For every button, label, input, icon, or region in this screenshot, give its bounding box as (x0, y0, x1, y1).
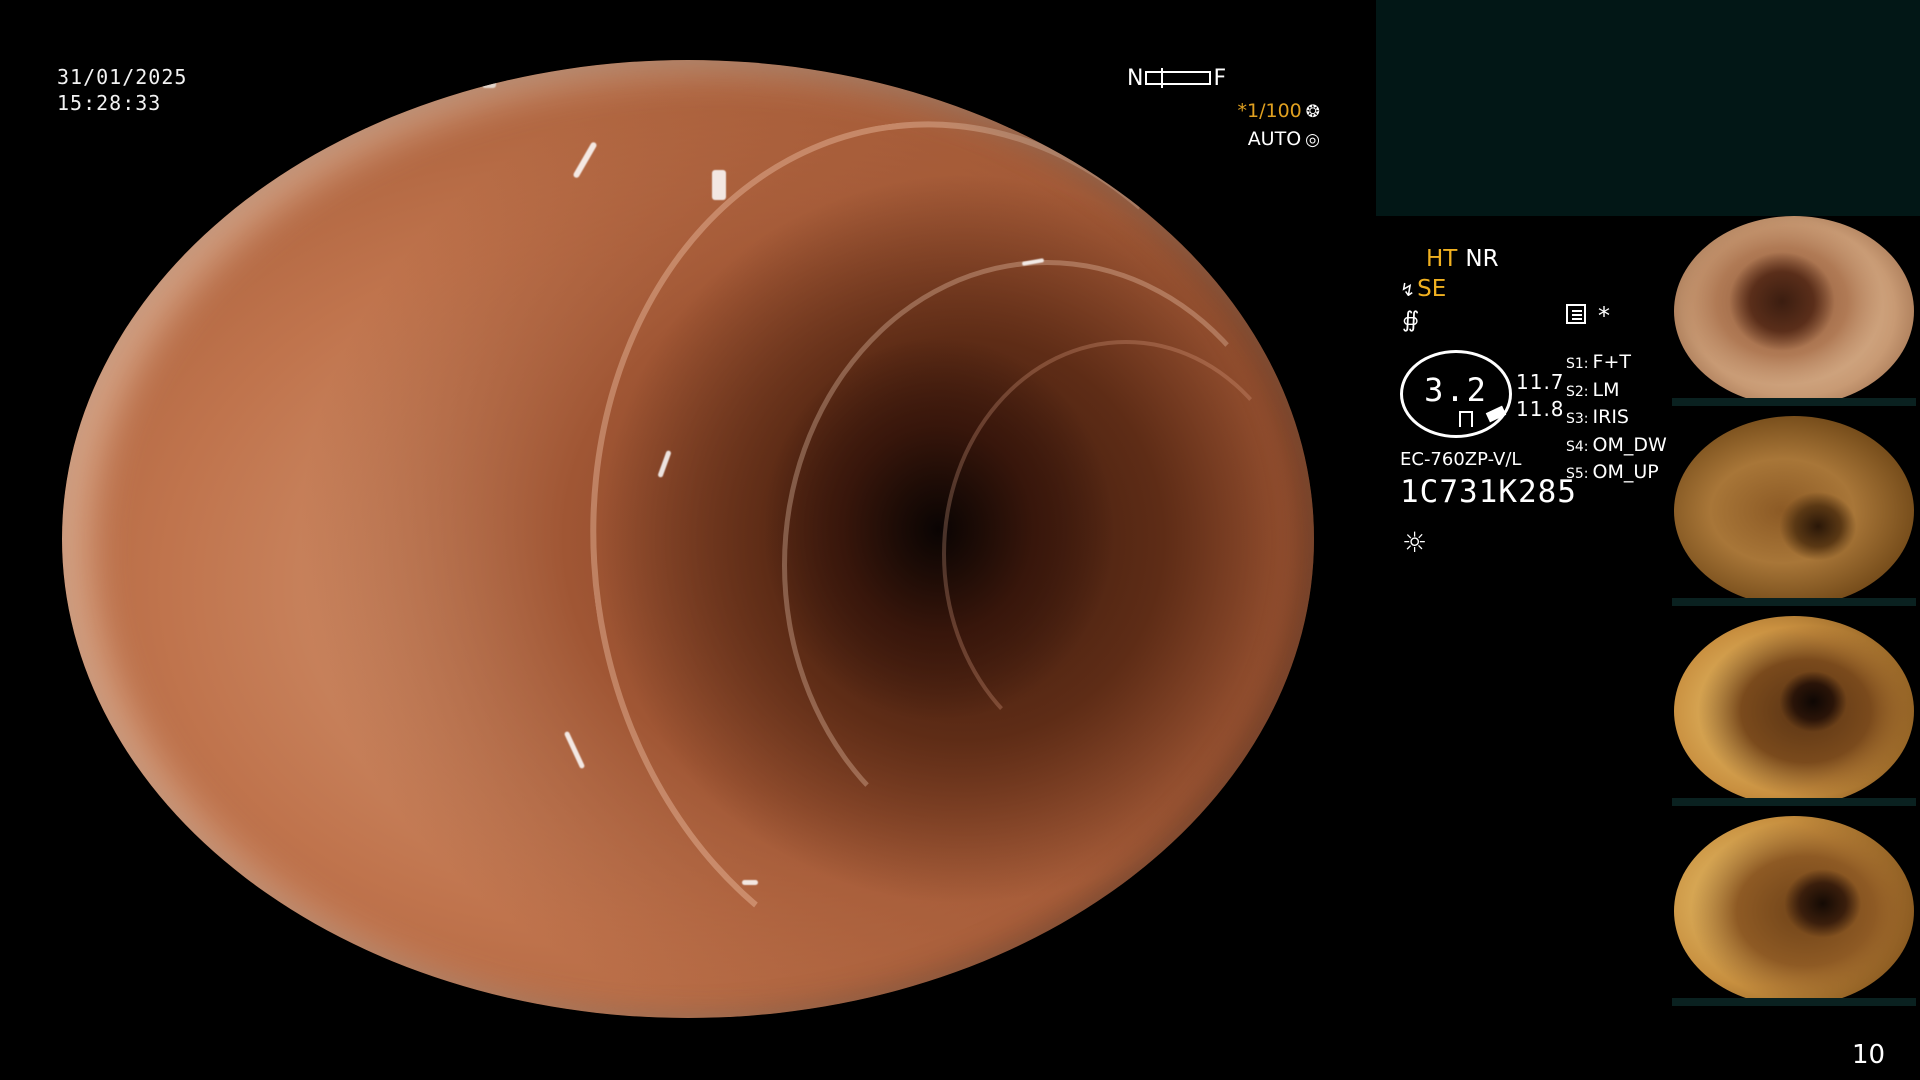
iris-mode: AUTO ◎ (1248, 128, 1320, 150)
iris-icon: ◎ (1305, 130, 1320, 150)
light-source-icon: ☼ (1402, 526, 1428, 559)
iris-mode-text: AUTO (1247, 128, 1302, 150)
thumbnail-image (1674, 616, 1914, 806)
time-text: 15:28:33 (57, 91, 162, 115)
se-indicator: SE (1417, 276, 1447, 302)
switch-assignments: S1: F+T S2: LM S3: IRIS S4: OM_DW S5: OM_UP (1566, 350, 1667, 488)
captured-thumbnail[interactable] (1672, 816, 1916, 1006)
switch-value: OM_UP (1592, 461, 1659, 483)
switch-key: S3: (1566, 411, 1589, 427)
gauge-value: 3.2 (1424, 371, 1488, 409)
thumbnail-caption-bar (1672, 598, 1916, 606)
switch-row: S1: F+T (1566, 350, 1667, 378)
patient-info-area (1376, 0, 1920, 216)
switch-row: S3: IRIS (1566, 405, 1667, 433)
scope-serial: 1C731K285 (1400, 474, 1577, 510)
switch-value: IRIS (1592, 406, 1629, 428)
page-number: 10 (1852, 1040, 1886, 1070)
switch-value: OM_DW (1592, 433, 1667, 456)
thumbnail-image (1674, 816, 1914, 1006)
thumbnail-caption-bar (1672, 398, 1916, 406)
ht-indicator: HT (1426, 246, 1458, 272)
processor-info-panel: HT NR ↯SE ∯ 3.2 11.7 11.8 EC-760ZP-V/L 1C… (1376, 216, 1672, 1080)
asterisk-indicator: * (1598, 302, 1610, 330)
endoscopy-screen: 31/01/2025 15:28:33 N F *1/100 ❂ AUTO ◎ HT… (0, 0, 1920, 1080)
memo-icon (1566, 304, 1586, 324)
date-text: 31/01/2025 (57, 65, 188, 89)
thumbnail-caption-bar (1672, 798, 1916, 806)
focus-pointer (1161, 68, 1164, 88)
thumbnail-caption-bar (1672, 998, 1916, 1006)
captured-image-strip (1672, 216, 1920, 1016)
switch-key: S4: (1566, 438, 1589, 455)
datetime-display: 31/01/2025 15:28:33 (57, 64, 187, 116)
switch-row: S2: LM (1566, 378, 1667, 406)
nr-indicator: NR (1465, 246, 1499, 272)
focus-far-label: F (1213, 65, 1227, 91)
switch-value: LM (1592, 378, 1620, 401)
focus-bar (1145, 68, 1212, 88)
switch-key: S2: (1566, 383, 1589, 400)
zoom-gauge: 3.2 (1400, 350, 1512, 438)
thumbnail-image (1674, 416, 1914, 606)
switch-key: S5: (1566, 466, 1589, 482)
focus-indicator: N F (1127, 64, 1226, 92)
switch-row: S4: OM_DW (1566, 433, 1667, 461)
captured-thumbnail[interactable] (1672, 616, 1916, 806)
endoscope-live-view (62, 60, 1314, 1018)
vignette (62, 60, 1314, 1018)
structure-enhance: ↯SE (1400, 276, 1446, 302)
switch-row: S5: OM_UP (1566, 460, 1667, 488)
thumbnail-image (1674, 216, 1914, 406)
gauge-side-value-1: 11.7 (1516, 370, 1565, 394)
gauge-mark-icon (1459, 411, 1473, 427)
switch-key: S1: (1566, 356, 1589, 372)
gauge-side-value-2: 11.8 (1516, 397, 1565, 421)
scope-model: EC-760ZP-V/L (1400, 449, 1522, 470)
focus-near-label: N (1127, 65, 1144, 91)
structure-enhance-icon: ↯ (1400, 280, 1416, 301)
captured-thumbnail[interactable] (1672, 216, 1916, 406)
aperture-icon: ❂ (1305, 102, 1320, 122)
captured-thumbnail[interactable] (1672, 416, 1916, 606)
shutter-speed: *1/100 ❂ (1237, 100, 1320, 122)
shutter-text: *1/100 (1237, 100, 1302, 122)
curve-icon: ∯ (1402, 308, 1420, 333)
mode-indicators: HT NR (1426, 246, 1499, 272)
switch-value: F+T (1592, 351, 1631, 373)
